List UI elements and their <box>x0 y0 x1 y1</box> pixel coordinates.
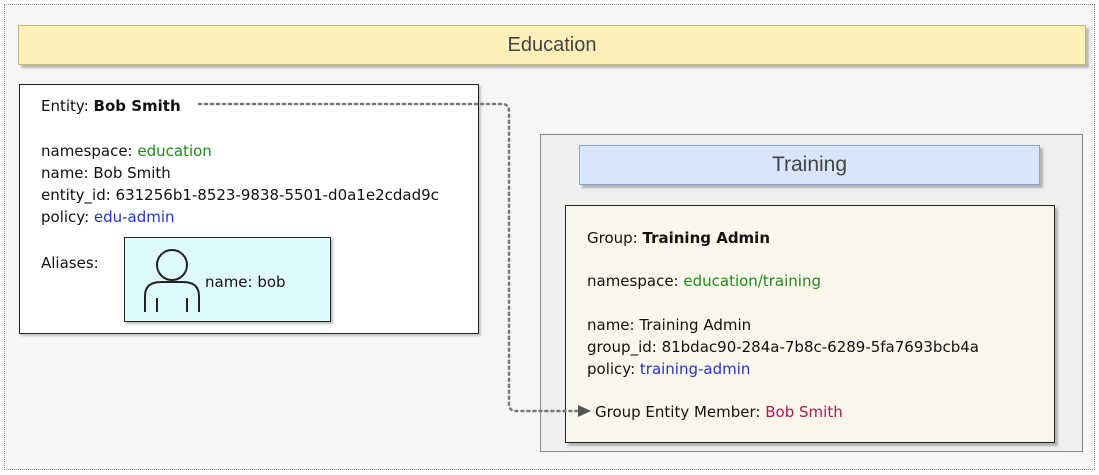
group-id-line: group_id: 81bdac90-284a-7b8c-6289-5fa769… <box>587 338 979 356</box>
entity-policy-value: edu-admin <box>93 208 175 226</box>
entity-heading: Entity: Bob Smith <box>41 97 181 115</box>
alias-card: name: bob <box>124 237 331 322</box>
user-icon <box>144 249 200 312</box>
group-heading-label: Group: <box>587 229 643 247</box>
group-policy-label: policy: <box>587 360 640 378</box>
group-policy: policy: training-admin <box>587 360 750 378</box>
group-heading: Group: Training Admin <box>587 229 770 247</box>
entity-policy: policy: edu-admin <box>41 208 175 226</box>
entity-heading-label: Entity: <box>41 97 94 115</box>
aliases-label: Aliases: <box>41 254 99 272</box>
education-banner: Education <box>18 25 1086 65</box>
entity-name-line: name: Bob Smith <box>41 164 171 182</box>
entity-card: Entity: Bob Smith namespace: education n… <box>19 84 479 334</box>
alias-name: name: bob <box>205 273 286 291</box>
group-member-value: Bob Smith <box>765 403 843 421</box>
training-banner: Training <box>579 145 1040 185</box>
group-member: Group Entity Member: Bob Smith <box>595 403 843 421</box>
group-name-line: name: Training Admin <box>587 316 752 334</box>
entity-name: Bob Smith <box>93 97 181 115</box>
group-namespace: namespace: education/training <box>587 272 821 290</box>
group-policy-value: training-admin <box>639 360 751 378</box>
entity-namespace: namespace: education <box>41 142 212 160</box>
group-name: Training Admin <box>642 229 771 247</box>
entity-namespace-value: education <box>137 142 212 160</box>
group-namespace-value: education/training <box>683 272 821 290</box>
entity-policy-label: policy: <box>41 208 94 226</box>
group-member-label: Group Entity Member: <box>595 403 766 421</box>
group-card: Group: Training Admin namespace: educati… <box>565 205 1055 443</box>
entity-id-line: entity_id: 631256b1-8523-9838-5501-d0a1e… <box>41 186 439 204</box>
entity-namespace-label: namespace: <box>41 142 138 160</box>
group-namespace-label: namespace: <box>587 272 684 290</box>
